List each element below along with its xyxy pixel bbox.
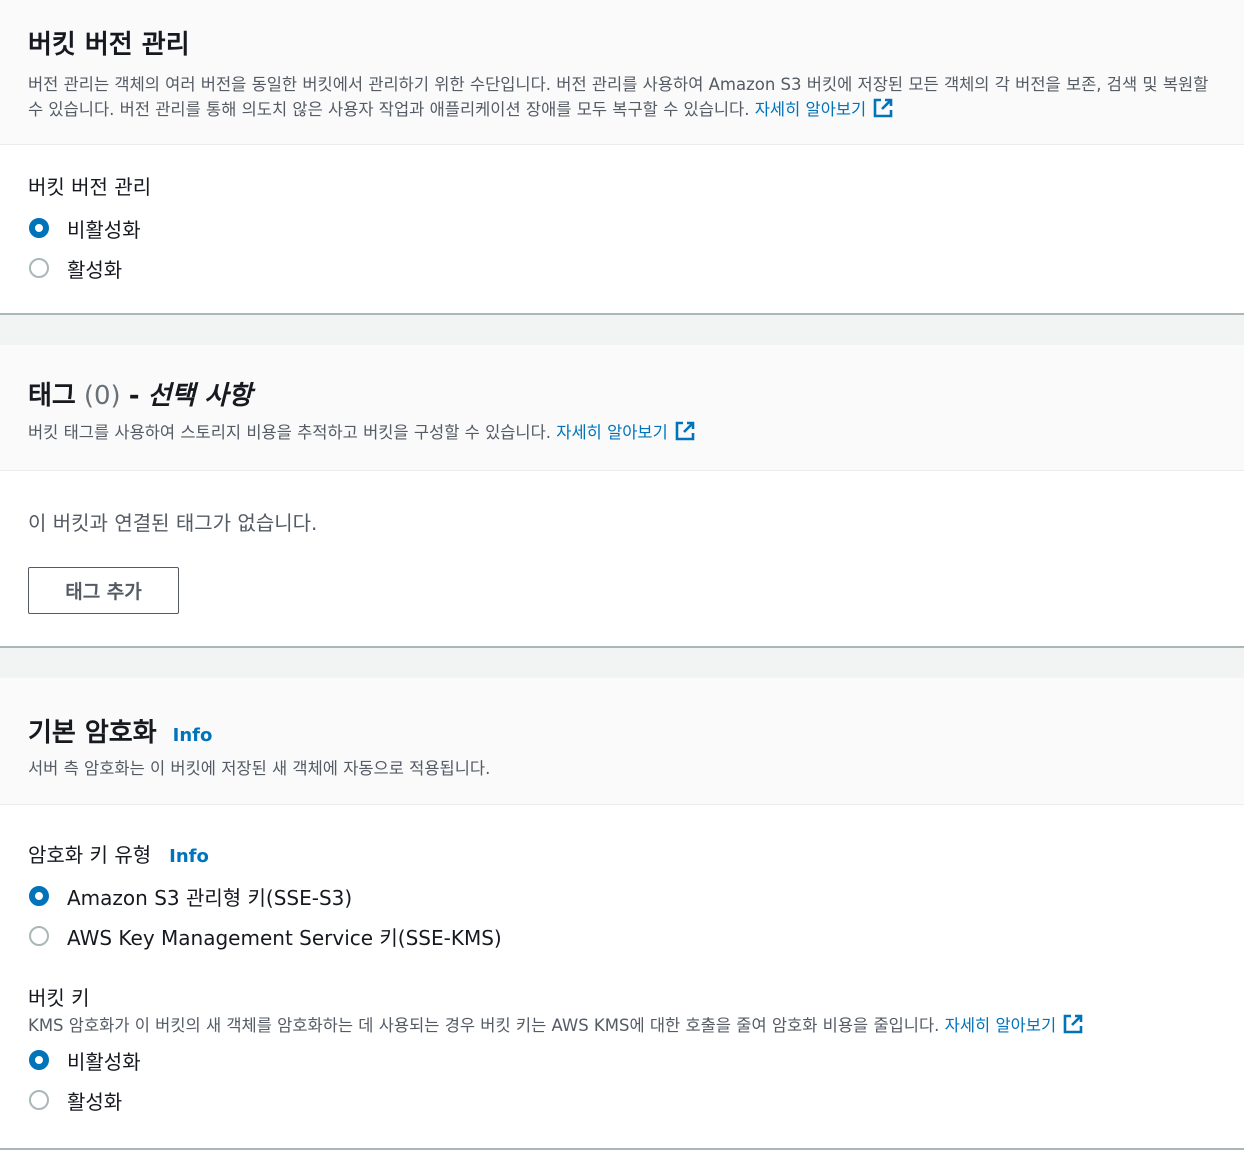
versioning-description: 버전 관리는 객체의 여러 버전을 동일한 버킷에서 관리하기 위한 수단입니다…: [28, 75, 1209, 119]
versioning-option-enabled[interactable]: 활성화: [28, 248, 1216, 288]
bucket-key-radio-group: 비활성화 활성화: [28, 1040, 1216, 1120]
bucket-key-learn-more-link[interactable]: 자세히 알아보기: [945, 1014, 1085, 1035]
encryption-description: 서버 측 암호화는 이 버킷에 저장된 새 객체에 자동으로 적용됩니다.: [28, 759, 491, 778]
versioning-body: 버킷 버전 관리 비활성화 활성화: [0, 145, 1244, 288]
tags-description: 버킷 태그를 사용하여 스토리지 비용을 추적하고 버킷을 구성할 수 있습니다…: [28, 420, 1216, 445]
versioning-header: 버킷 버전 관리 버전 관리는 객체의 여러 버전을 동일한 버킷에서 관리하기…: [0, 0, 1244, 145]
encryption-panel: 기본 암호화 Info 서버 측 암호화는 이 버킷에 저장된 새 객체에 자동…: [0, 678, 1244, 1150]
encryption-info-link[interactable]: Info: [173, 725, 213, 746]
tags-panel: 태그 (0) - 선택 사항 버킷 태그를 사용하여 스토리지 비용을 추적하고…: [0, 345, 1244, 648]
bucket-key-option-disabled[interactable]: 비활성화: [28, 1040, 1216, 1080]
radio-checked[interactable]: [29, 218, 49, 238]
radio-checked[interactable]: [29, 1050, 49, 1070]
tags-title: 태그 (0) - 선택 사항: [28, 381, 253, 411]
tags-learn-more-link[interactable]: 자세히 알아보기: [556, 421, 696, 442]
versioning-field-label: 버킷 버전 관리: [28, 175, 152, 199]
external-link-icon: [675, 421, 695, 441]
tags-empty-text: 이 버킷과 연결된 태그가 없습니다.: [28, 511, 318, 535]
key-type-label: 암호화 키 유형 Info: [28, 843, 209, 867]
radio-unchecked[interactable]: [29, 926, 49, 946]
encryption-header: 기본 암호화 Info 서버 측 암호화는 이 버킷에 저장된 새 객체에 자동…: [0, 678, 1244, 805]
key-type-option-sse-kms[interactable]: AWS Key Management Service 키(SSE-KMS): [28, 916, 1216, 956]
encryption-title: 기본 암호화 Info: [28, 718, 213, 748]
bucket-key-option-enabled[interactable]: 활성화: [28, 1080, 1216, 1120]
tags-body: 이 버킷과 연결된 태그가 없습니다. 태그 추가: [0, 471, 1244, 646]
radio-checked[interactable]: [29, 886, 49, 906]
bucket-key-label: 버킷 키: [28, 986, 90, 1010]
external-link-icon: [873, 98, 893, 118]
tags-header: 태그 (0) - 선택 사항 버킷 태그를 사용하여 스토리지 비용을 추적하고…: [0, 345, 1244, 471]
external-link-icon: [1063, 1014, 1083, 1034]
key-type-radio-group: Amazon S3 관리형 키(SSE-S3) AWS Key Manageme…: [28, 876, 1216, 956]
versioning-radio-group: 비활성화 활성화: [28, 208, 1216, 288]
versioning-option-disabled[interactable]: 비활성화: [28, 208, 1216, 248]
versioning-panel: 버킷 버전 관리 버전 관리는 객체의 여러 버전을 동일한 버킷에서 관리하기…: [0, 0, 1244, 315]
encryption-body: 암호화 키 유형 Info Amazon S3 관리형 키(SSE-S3) AW…: [0, 805, 1244, 1120]
bucket-key-description: KMS 암호화가 이 버킷의 새 객체를 암호화하는 데 사용되는 경우 버킷 …: [28, 1013, 1216, 1038]
radio-unchecked[interactable]: [29, 258, 49, 278]
radio-unchecked[interactable]: [29, 1090, 49, 1110]
add-tag-button[interactable]: 태그 추가: [28, 567, 179, 614]
key-type-info-link[interactable]: Info: [169, 846, 209, 867]
versioning-title: 버킷 버전 관리: [28, 30, 190, 60]
versioning-learn-more-link[interactable]: 자세히 알아보기: [755, 98, 895, 119]
key-type-option-sse-s3[interactable]: Amazon S3 관리형 키(SSE-S3): [28, 876, 1216, 916]
